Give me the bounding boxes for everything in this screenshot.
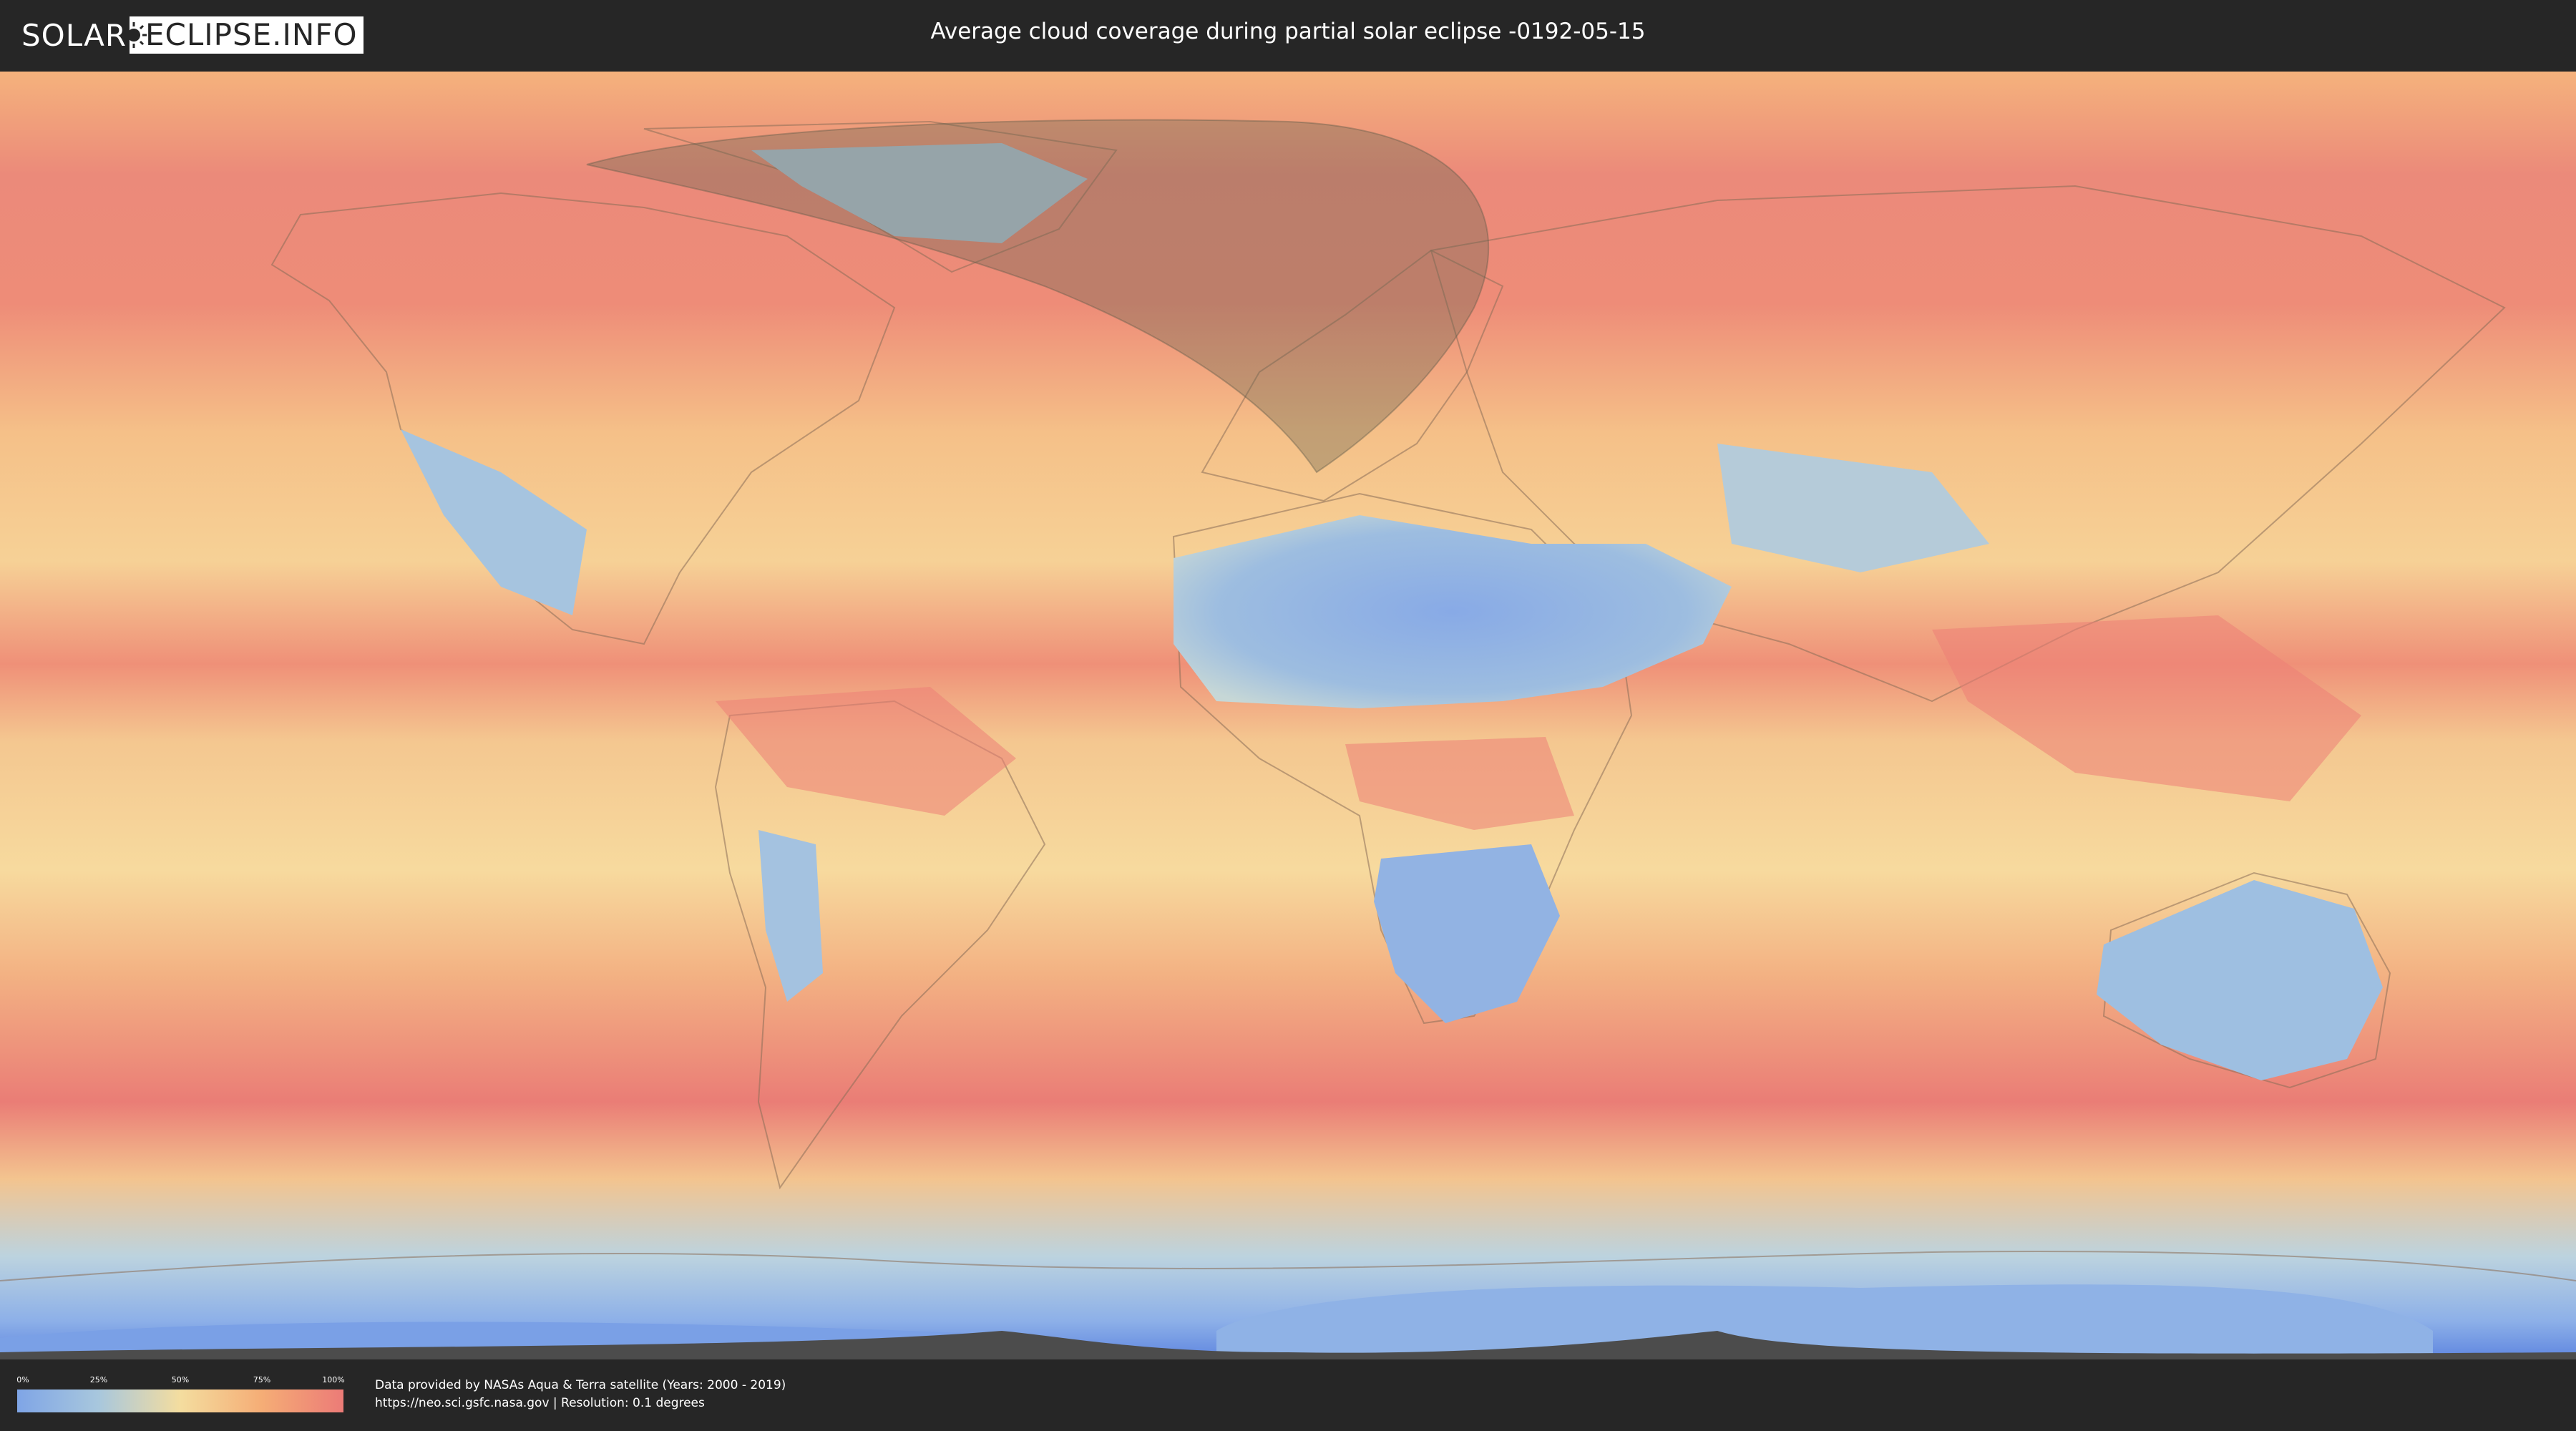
- cloud-coverage-map: [0, 72, 2576, 1359]
- footer-bar: 0% 25% 50% 75% 100% Data provided by NAS…: [0, 1359, 2576, 1431]
- legend-tick-75: 75%: [253, 1375, 271, 1384]
- header-bar: SOLAR ECLIPSE.INFO Average cloud coverag…: [0, 0, 2576, 72]
- world-map: [0, 72, 2576, 1359]
- legend-color-bar: [17, 1390, 343, 1412]
- credits-line-2: https://neo.sci.gsfc.nasa.gov | Resoluti…: [375, 1396, 705, 1410]
- legend-tick-0: 0%: [16, 1375, 29, 1384]
- data-credits: Data provided by NASAs Aqua & Terra sate…: [375, 1377, 786, 1412]
- page-title: Average cloud coverage during partial so…: [930, 19, 1646, 44]
- legend-tick-100: 100%: [322, 1375, 345, 1384]
- legend-tick-50: 50%: [171, 1375, 190, 1384]
- legend-tick-25: 25%: [89, 1375, 108, 1384]
- cloud-coverage-legend: 0% 25% 50% 75% 100%: [16, 1375, 345, 1412]
- legend-ticks: 0% 25% 50% 75% 100%: [16, 1375, 345, 1387]
- credits-line-1: Data provided by NASAs Aqua & Terra sate…: [375, 1378, 786, 1392]
